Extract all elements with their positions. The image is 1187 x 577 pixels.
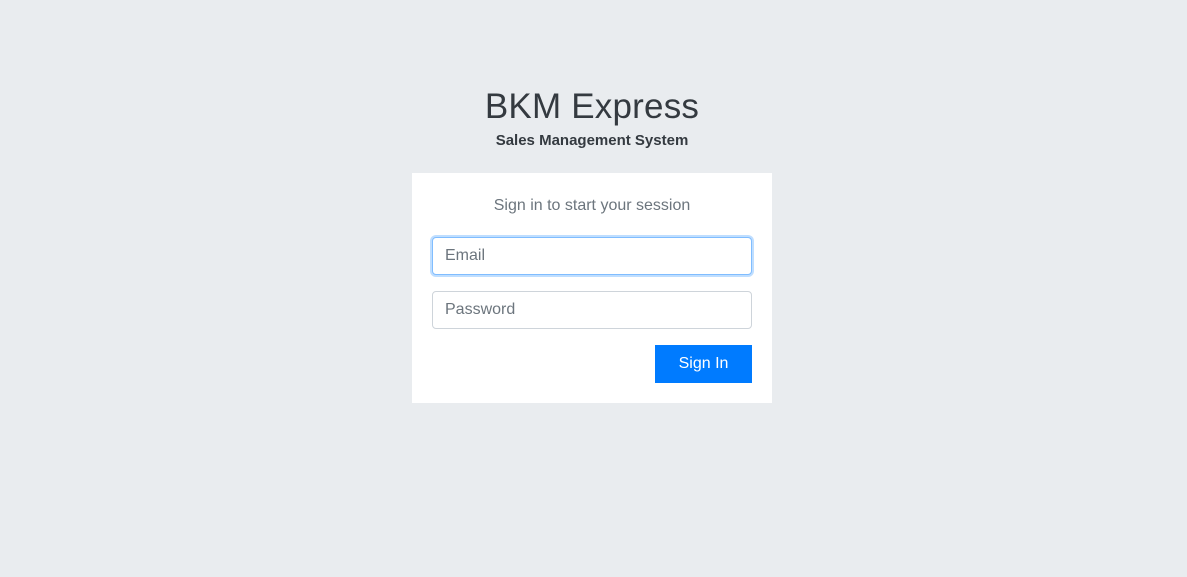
actions-row: Sign In (432, 345, 752, 383)
login-box: BKM Express Sales Management System Sign… (412, 86, 772, 403)
login-logo: BKM Express Sales Management System (412, 86, 772, 152)
email-field[interactable] (432, 237, 752, 275)
login-form: Sign In (432, 237, 752, 383)
sign-in-button[interactable]: Sign In (655, 345, 752, 383)
email-group (432, 237, 752, 275)
password-field[interactable] (432, 291, 752, 329)
login-message: Sign in to start your session (493, 197, 691, 214)
password-group (432, 291, 752, 329)
brand-subtitle: Sales Management System (495, 132, 689, 149)
brand-title: BKM Express (484, 87, 700, 126)
login-card: Sign in to start your session Sign In (412, 173, 772, 403)
